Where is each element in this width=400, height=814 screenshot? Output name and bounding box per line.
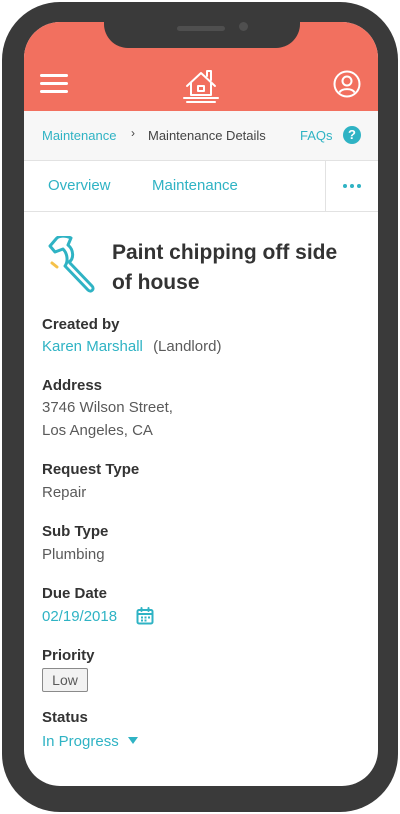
tab-overview[interactable]: Overview [48, 177, 111, 194]
created-by-name-link[interactable]: Karen Marshall [42, 338, 143, 355]
calendar-icon[interactable] [136, 607, 154, 625]
priority-label: Priority [42, 647, 95, 664]
breadcrumb-maintenance-link[interactable]: Maintenance [42, 128, 116, 143]
wrench-icon [48, 236, 95, 293]
chevron-down-icon[interactable] [128, 737, 138, 744]
breadcrumb-separator-icon: › [131, 126, 135, 140]
breadcrumb: Maintenance › Maintenance Details FAQs ? [24, 111, 378, 161]
camera [239, 22, 248, 31]
sub-type-value: Plumbing [42, 546, 105, 563]
address-label: Address [42, 377, 103, 394]
status-label: Status [42, 709, 88, 726]
address-line2: Los Angeles, CA [42, 422, 153, 439]
request-type-label: Request Type [42, 461, 140, 478]
address-line1: 3746 Wilson Street, [42, 399, 173, 416]
priority-badge[interactable]: Low [42, 668, 88, 692]
user-profile-icon[interactable] [333, 70, 361, 98]
due-date-label: Due Date [42, 585, 108, 602]
tab-maintenance[interactable]: Maintenance [152, 177, 238, 194]
due-date-value[interactable]: 02/19/2018 [42, 605, 117, 628]
app-screen: Maintenance › Maintenance Details FAQs ?… [24, 22, 378, 786]
created-by-role: (Landlord) [153, 338, 222, 355]
faqs-link[interactable]: FAQs [300, 128, 333, 143]
status-dropdown[interactable]: In Progress [42, 730, 119, 753]
request-title: Paint chipping off side of house [112, 241, 338, 294]
created-by-value: Karen Marshall (Landlord) [42, 335, 221, 358]
breadcrumb-current: Maintenance Details [148, 128, 266, 143]
created-by-label: Created by [42, 316, 120, 333]
sub-type-label: Sub Type [42, 523, 109, 540]
request-type-value: Repair [42, 484, 87, 501]
more-dots-icon [343, 184, 363, 188]
tab-bar: Overview Maintenance [24, 161, 378, 212]
hamburger-menu-icon[interactable] [40, 74, 68, 94]
speaker [177, 26, 225, 31]
phone-mockup: Maintenance › Maintenance Details FAQs ?… [0, 0, 400, 814]
house-logo-icon[interactable] [181, 66, 221, 104]
help-icon[interactable]: ? [343, 126, 361, 144]
phone-notch [104, 22, 300, 48]
more-options-button[interactable] [325, 161, 378, 211]
